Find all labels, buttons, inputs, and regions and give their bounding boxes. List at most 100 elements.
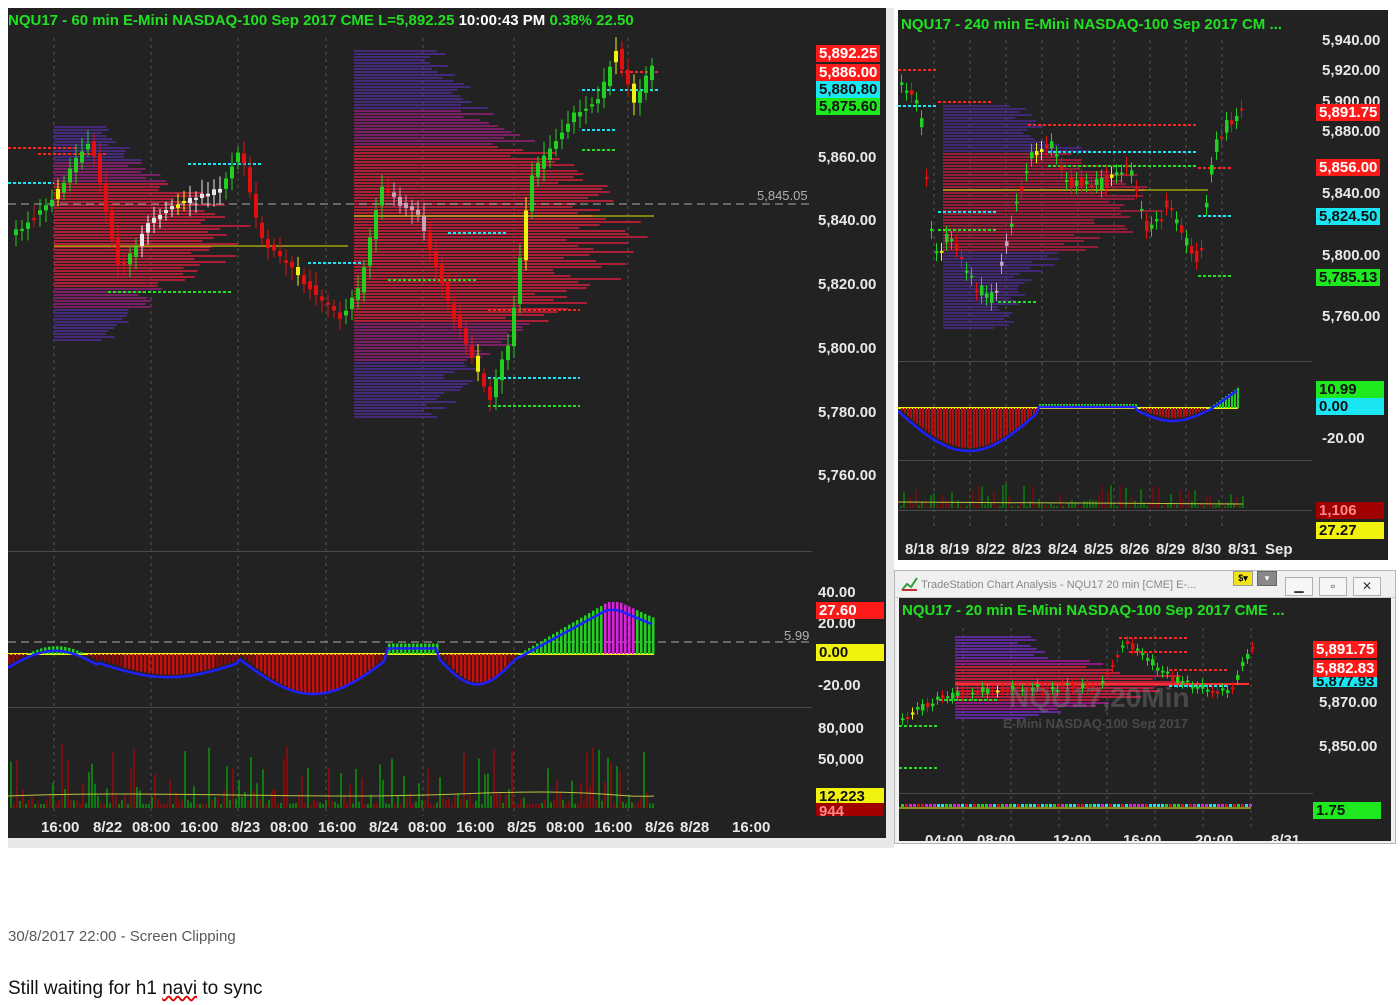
volume-profile-bar <box>943 267 1031 269</box>
window-separator[interactable] <box>886 8 894 848</box>
oscillator-bar <box>104 654 107 662</box>
maximize-button[interactable]: ▫ <box>1319 577 1347 596</box>
candle-body <box>1251 646 1255 649</box>
oscillator-bar <box>448 654 451 666</box>
volume-bar <box>52 782 54 808</box>
indicator-menu-icon[interactable]: ▾ <box>1257 571 1277 586</box>
oscillator-dot <box>957 804 960 807</box>
volume-profile-bar <box>354 62 431 64</box>
oscillator-bar <box>144 654 147 673</box>
candle-body <box>134 246 138 257</box>
dollar-menu-icon[interactable]: $▾ <box>1233 571 1253 586</box>
chart-20-panel[interactable]: NQU17,20Min E-Mini NASDAQ-100 Sep 2017 N… <box>899 598 1391 841</box>
volume-profile-bar <box>943 231 1133 233</box>
oscillator-bar <box>1180 408 1182 418</box>
volume-bar <box>637 801 639 808</box>
candle-body <box>980 285 984 296</box>
note-text-end: to sync <box>197 978 263 999</box>
candle-body <box>926 702 930 708</box>
candle-body <box>128 253 132 265</box>
chart-20-price-tick: 5,870.00 <box>1319 694 1378 711</box>
volume-profile-bar <box>354 398 437 400</box>
candle-body <box>1115 172 1119 176</box>
volume-profile-bar <box>354 146 498 148</box>
oscillator-dot <box>1089 804 1092 807</box>
oscillator-bar <box>76 650 79 654</box>
candle-body <box>614 50 618 63</box>
volume-profile-bar <box>955 654 1035 656</box>
chart-240-price-tick: 5,840.00 <box>1322 185 1381 202</box>
volume-bar <box>1089 499 1091 508</box>
volume-bar <box>55 803 57 808</box>
oscillator-dot <box>1137 804 1140 807</box>
volume-profile-bar <box>943 324 1009 326</box>
volume-profile-bar <box>54 261 226 263</box>
chart-20-titlebar[interactable]: TradeStation Chart Analysis - NQU17 20 m… <box>895 571 1395 598</box>
oscillator-bar <box>456 654 459 673</box>
volume-bar <box>571 780 573 808</box>
minimize-button[interactable]: ▁ <box>1285 577 1313 596</box>
volume-profile-bar <box>354 230 626 232</box>
candle-body <box>945 233 949 243</box>
main-price-tag-last: 5,892.25 <box>816 45 881 62</box>
chart-20-window[interactable]: TradeStation Chart Analysis - NQU17 20 m… <box>894 570 1396 844</box>
oscillator-dot <box>1181 804 1184 807</box>
volume-bar <box>421 800 423 808</box>
chart-240-canvas[interactable] <box>898 10 1388 560</box>
volume-profile-bar <box>354 167 546 169</box>
volume-profile-bar <box>354 257 564 259</box>
volume-bar <box>604 781 606 808</box>
oscillator-bar <box>504 654 507 668</box>
main-chart-panel[interactable]: NQU17 - 60 min E-Mini NASDAQ-100 Sep 201… <box>8 8 886 838</box>
volume-profile-bar <box>354 83 464 85</box>
volume-profile-bar <box>955 648 1037 650</box>
oscillator-dot <box>1249 804 1252 807</box>
volume-profile-bar <box>354 122 489 124</box>
volume-bar <box>277 803 279 808</box>
volume-bar <box>951 492 953 508</box>
candle-body <box>975 290 979 293</box>
volume-profile-bar <box>943 216 1131 218</box>
main-osc-tick: -20.00 <box>818 677 861 694</box>
volume-profile-bar <box>354 56 430 58</box>
close-button[interactable]: ✕ <box>1353 577 1381 596</box>
candle-body <box>1045 144 1049 149</box>
main-price-tag: 5,875.60 <box>816 98 881 115</box>
oscillator-dot <box>1069 804 1072 807</box>
oscillator-dot <box>977 804 980 807</box>
volume-profile-bar <box>354 344 516 346</box>
volume-profile-bar <box>354 236 648 238</box>
main-chart-canvas[interactable] <box>8 8 886 838</box>
volume-profile-bar <box>955 672 1120 674</box>
volume-bar <box>415 801 417 808</box>
oscillator-dot <box>1217 804 1220 807</box>
candle-body <box>986 688 990 694</box>
candle-body <box>1196 686 1200 689</box>
candle-body <box>1080 177 1084 186</box>
volume-profile-bar <box>354 128 505 130</box>
volume-profile-bar <box>354 254 590 256</box>
candle-body <box>966 690 970 693</box>
chart-240-panel[interactable]: NQU17 - 240 min E-Mini NASDAQ-100 Sep 20… <box>898 10 1388 560</box>
volume-profile-bar <box>54 321 129 323</box>
candle-body <box>182 200 186 204</box>
candle-body <box>1121 645 1125 648</box>
volume-bar <box>337 803 339 808</box>
volume-bar <box>960 505 962 508</box>
volume-bar <box>553 799 555 808</box>
volume-bar <box>1164 503 1166 508</box>
volume-profile-bar <box>943 135 1031 137</box>
volume-bar <box>151 797 153 808</box>
candle-body <box>1125 164 1129 168</box>
oscillator-bar <box>376 654 379 665</box>
oscillator-dot <box>1073 804 1076 807</box>
volume-bar <box>1224 505 1226 508</box>
oscillator-bar <box>1201 408 1203 411</box>
main-chart-symbol: NQU17 - 60 min E-Mini NASDAQ-100 Sep 201… <box>8 12 455 29</box>
oscillator-bar <box>961 408 963 448</box>
chart-240-divider <box>898 460 1312 461</box>
volume-bar <box>184 751 186 808</box>
volume-profile-bar <box>955 660 1090 662</box>
oscillator-bar <box>316 654 319 693</box>
volume-bar <box>115 794 117 808</box>
